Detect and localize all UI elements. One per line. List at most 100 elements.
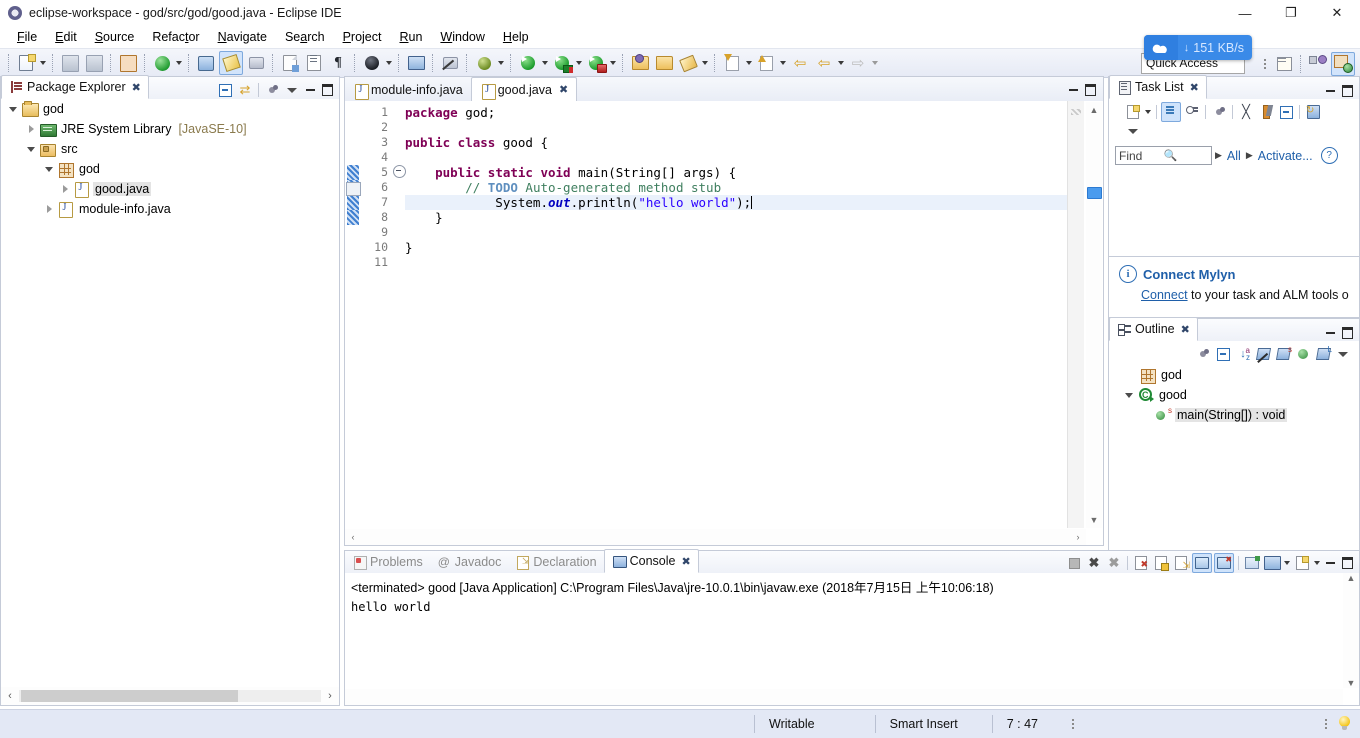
sort-icon[interactable]: ↓ a z [1234, 345, 1252, 363]
link-with-editor-icon[interactable]: ⇄ [236, 81, 254, 99]
pin-console-icon[interactable] [1192, 553, 1212, 573]
focus-icon[interactable] [1194, 345, 1212, 363]
activate-expander-icon[interactable]: ▶ [1243, 150, 1256, 161]
network-speed-badge[interactable]: ↓ 151 KB/s [1143, 35, 1252, 60]
menu-run[interactable]: Run [390, 28, 431, 46]
tab-task-list[interactable]: Task List ✖ [1109, 75, 1207, 99]
hide-non-public-icon[interactable] [1294, 345, 1312, 363]
view-menu-icon[interactable] [1334, 345, 1352, 363]
view-menu-dots-icon[interactable] [263, 81, 281, 99]
tab-problems[interactable]: Problems [345, 551, 430, 573]
maximize-icon[interactable] [1339, 83, 1356, 99]
console-body[interactable]: <terminated> good [Java Application] C:\… [345, 573, 1359, 705]
remove-launch-icon[interactable]: ✖ [1085, 554, 1103, 572]
twisty-icon[interactable] [23, 147, 39, 152]
menu-search[interactable]: Search [276, 28, 334, 46]
new-task-icon[interactable] [1124, 103, 1142, 121]
bug-dropdown-icon[interactable] [496, 53, 506, 73]
terminate-icon[interactable] [1065, 554, 1083, 572]
refresh-icon[interactable] [151, 52, 173, 74]
scroll-thumb[interactable] [1087, 187, 1102, 199]
user-dropdown-icon[interactable] [384, 53, 394, 73]
scroll-right-icon[interactable]: › [321, 690, 339, 702]
back-dropdown-icon[interactable] [836, 53, 846, 73]
pilcrow-icon[interactable]: ¶ [327, 52, 349, 74]
resource-perspective-icon[interactable] [1307, 53, 1329, 75]
help-icon[interactable]: ? [1320, 147, 1338, 164]
twisty-icon[interactable] [41, 205, 57, 213]
search-icon[interactable] [677, 52, 699, 74]
minimize-icon[interactable] [1322, 555, 1339, 571]
twisty-icon[interactable] [41, 167, 57, 172]
status-menu-dots-icon[interactable] [1071, 719, 1074, 729]
all-expander-icon[interactable]: ▶ [1212, 150, 1225, 161]
scroll-up-icon[interactable]: ▲ [1086, 102, 1102, 118]
new-console-view-icon[interactable] [1263, 554, 1281, 572]
scroll-right-icon[interactable]: › [1070, 532, 1086, 542]
java-perspective-icon[interactable] [1331, 52, 1355, 76]
scroll-left-icon[interactable]: ‹ [1, 690, 19, 702]
package-explorer-tree[interactable]: god JRE System Library [JavaSE-10] src g [1, 99, 339, 705]
tab-outline[interactable]: Outline ✖ [1109, 317, 1198, 341]
new-wizard-dropdown-icon[interactable] [38, 53, 48, 73]
open-perspective-icon[interactable] [1273, 53, 1295, 75]
back-icon[interactable]: ⇦ [813, 52, 835, 74]
close-icon[interactable]: ✖ [559, 83, 568, 96]
console-dropdown-icon[interactable] [1282, 553, 1292, 573]
open-type-icon[interactable] [629, 52, 651, 74]
back-history-icon[interactable]: ⇦ [789, 52, 811, 74]
editor-tab-module-info[interactable]: module-info.java [345, 78, 471, 101]
hide-local-icon[interactable]: L [1314, 345, 1332, 363]
menu-source[interactable]: Source [86, 28, 144, 46]
folding-ruler[interactable] [393, 101, 406, 528]
console-hscrollbar[interactable] [345, 689, 1343, 705]
menu-window[interactable]: Window [431, 28, 493, 46]
menu-help[interactable]: Help [494, 28, 538, 46]
refresh-dropdown-icon[interactable] [174, 53, 184, 73]
export-icon[interactable] [279, 52, 301, 74]
outline-row-package[interactable]: god [1109, 365, 1359, 385]
run-debug-dropdown-icon[interactable] [574, 53, 584, 73]
menu-refactor[interactable]: Refactor [143, 28, 208, 46]
scroll-lock-icon[interactable] [1152, 554, 1170, 572]
twisty-icon[interactable] [5, 107, 21, 112]
view-menu-icon[interactable] [283, 81, 301, 99]
open-task-icon[interactable] [653, 52, 675, 74]
forward-dropdown-icon[interactable] [870, 53, 880, 73]
link-icon[interactable] [245, 52, 267, 74]
search-icon[interactable]: 🔍 [1164, 149, 1209, 162]
console-vscrollbar[interactable]: ▲ ▼ [1343, 573, 1359, 688]
edit-pencil-icon[interactable] [219, 51, 243, 75]
synchronize-icon[interactable]: ↻ [1304, 103, 1322, 121]
display-selected-console-icon[interactable]: ✖ [1214, 553, 1234, 573]
debug-skip-icon[interactable] [195, 52, 217, 74]
run-coverage-icon[interactable] [585, 52, 607, 74]
search-dropdown-icon[interactable] [700, 53, 710, 73]
remove-all-terminated-icon[interactable]: ✖ [1105, 554, 1123, 572]
show-on-output-icon[interactable]: ⇲ [1172, 554, 1190, 572]
close-icon[interactable]: ✖ [1190, 81, 1199, 94]
mylyn-connect-link[interactable]: Connect [1141, 288, 1188, 302]
hide-static-icon[interactable]: s [1274, 345, 1292, 363]
bug-icon[interactable] [473, 52, 495, 74]
outline-row-class[interactable]: C good [1109, 385, 1359, 405]
filter-icon[interactable] [1210, 103, 1228, 121]
tree-row-project[interactable]: god [1, 99, 339, 119]
tab-declaration[interactable]: ⇲ Declaration [508, 551, 603, 573]
editor-hscrollbar[interactable]: ‹ › [345, 529, 1086, 545]
minimize-icon[interactable] [1065, 82, 1082, 98]
menu-navigate[interactable]: Navigate [209, 28, 276, 46]
close-icon[interactable]: ✖ [132, 81, 141, 94]
tree-row-src[interactable]: src [1, 139, 339, 159]
scroll-up-icon[interactable]: ▲ [1343, 573, 1359, 589]
new-task-dropdown-icon[interactable] [1143, 102, 1153, 122]
code-text[interactable]: package god; public class good { public … [405, 101, 1067, 528]
previous-annotation-dropdown-icon[interactable] [778, 53, 788, 73]
next-annotation-dropdown-icon[interactable] [744, 53, 754, 73]
run-debug-icon[interactable] [551, 52, 573, 74]
scheduled-icon[interactable] [1183, 103, 1201, 121]
new-wizard-icon[interactable] [15, 52, 37, 74]
previous-annotation-icon[interactable] [755, 52, 777, 74]
scroll-down-icon[interactable]: ▼ [1343, 678, 1359, 688]
tree-row-package[interactable]: god [1, 159, 339, 179]
